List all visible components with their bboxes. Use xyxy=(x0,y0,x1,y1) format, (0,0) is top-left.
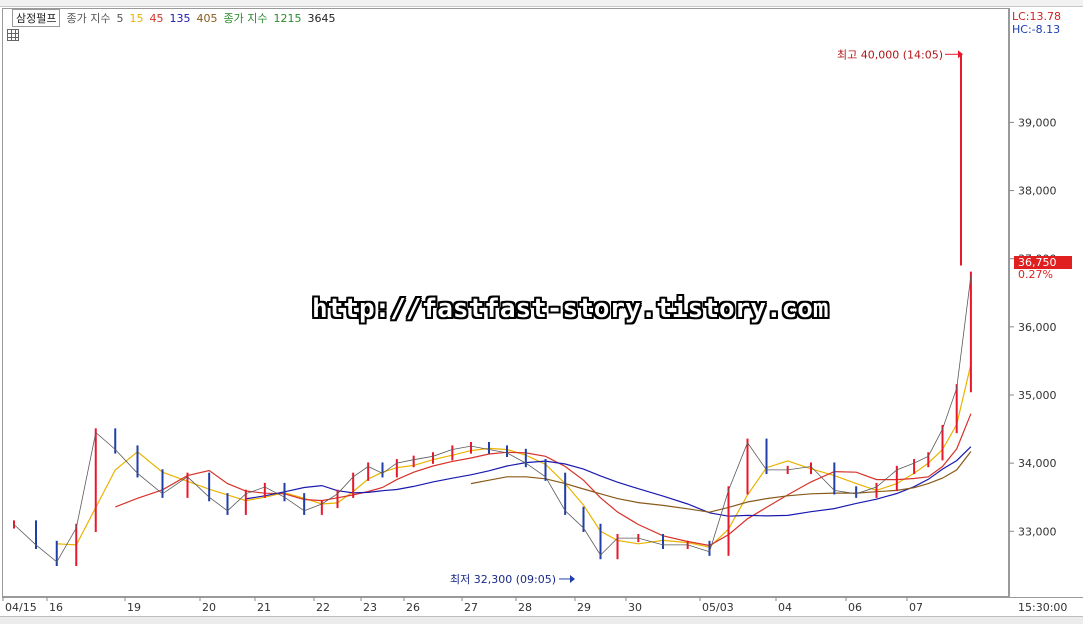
watermark-url: http://fastfast-story.tistory.com xyxy=(312,294,829,324)
ma-period-135: 135 xyxy=(169,11,191,25)
x-tick-label: 07 xyxy=(909,601,923,614)
indicator-legend: 삼정펄프 종가 지수 5 15 45 135 405 종가 지수 1215 36… xyxy=(12,9,336,27)
x-tick-label: 28 xyxy=(518,601,532,614)
x-tick-label: 30 xyxy=(628,601,642,614)
ma-period-3645: 3645 xyxy=(307,11,336,25)
x-tick-label: 19 xyxy=(127,601,141,614)
ma-period-45: 45 xyxy=(149,11,164,25)
y-tick-label: 38,000 xyxy=(1018,185,1057,198)
y-tick-layer: 33,00034,00035,00036,00037,00038,00039,0… xyxy=(1009,116,1057,538)
grid-toggle-icon[interactable] xyxy=(7,29,19,41)
chart-window: 최고 40,000 (14:05) 최저 32,300 (09:05) 33,00… xyxy=(0,0,1083,624)
y-tick-label: 39,000 xyxy=(1018,116,1057,129)
x-tick-label: 04/15 xyxy=(5,601,37,614)
high-annotation: 최고 40,000 (14:05) xyxy=(837,48,943,61)
y-tick-label: 35,000 xyxy=(1018,389,1057,402)
symbol-name[interactable]: 삼정펄프 xyxy=(12,9,61,27)
x-tick-label: 21 xyxy=(257,601,271,614)
y-tick-label: 33,000 xyxy=(1018,525,1057,538)
x-tick-label: 04 xyxy=(778,601,792,614)
moving-average-layer xyxy=(56,364,972,548)
ma-period-15: 15 xyxy=(129,11,144,25)
ma-period-1215: 1215 xyxy=(273,11,302,25)
x-tick-label: 06 xyxy=(848,601,862,614)
x-tick-label: 22 xyxy=(316,601,330,614)
close-price-index-label: 종가 지수 xyxy=(66,12,111,25)
ma-period-5: 5 xyxy=(116,11,124,25)
low-annotation: 최저 32,300 (09:05) xyxy=(450,573,556,586)
hc-value: HC:-8.13 xyxy=(1012,23,1061,36)
x-tick-label: 27 xyxy=(464,601,478,614)
ma-period-405: 405 xyxy=(196,11,218,25)
y-tick-label: 34,000 xyxy=(1018,457,1057,470)
x-tick-layer: 04/15 16 19 20 21 22 23 26 27 28 29 30 05/03 04 06 07 xyxy=(2,597,923,614)
x-tick-label: 05/03 xyxy=(702,601,734,614)
ma-line-135 xyxy=(245,446,972,517)
x-tick-label: 16 xyxy=(49,601,63,614)
lc-hc-readout: LC:13.78 HC:-8.13 xyxy=(1012,10,1061,36)
current-change-percent: 0.27% xyxy=(1018,268,1053,281)
ma-line-15 xyxy=(115,413,972,547)
x-tick-label: 26 xyxy=(406,601,420,614)
lc-value: LC:13.78 xyxy=(1012,10,1062,23)
low-marker-arrow xyxy=(570,574,575,583)
x-tick-label: 29 xyxy=(577,601,591,614)
y-tick-label: 36,000 xyxy=(1018,321,1057,334)
ma-line-5 xyxy=(56,364,972,548)
x-tick-label: 20 xyxy=(202,601,216,614)
long-close-price-index-label: 종가 지수 xyxy=(223,12,268,25)
x-tick-label: 23 xyxy=(363,601,377,614)
